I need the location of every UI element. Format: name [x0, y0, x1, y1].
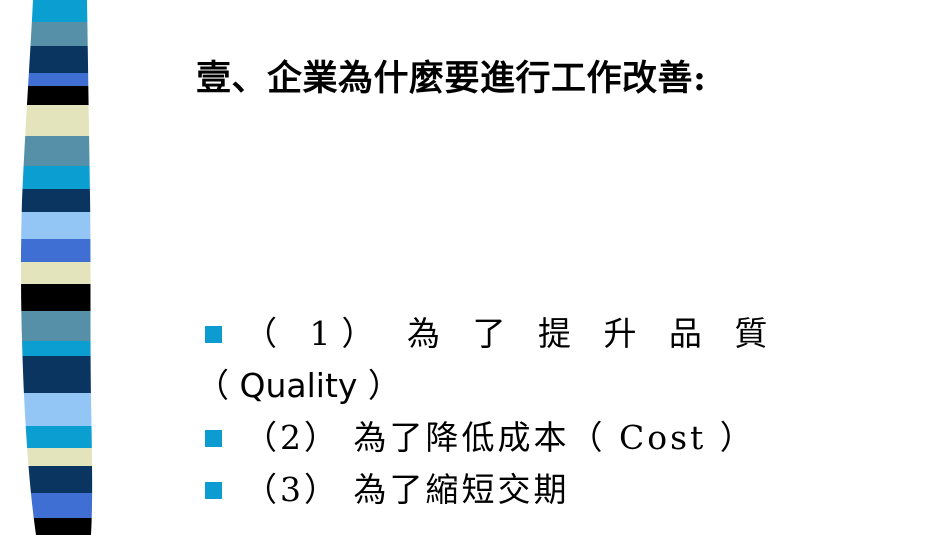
ribbon-stripe	[20, 212, 93, 239]
ribbon-stripe	[20, 22, 93, 46]
slide-title: 壹、企業為什麼要進行工作改善:	[196, 58, 707, 99]
bullet-item-2: （2） 為了降低成本（ Cost ）	[196, 412, 896, 464]
ribbon-stripe	[20, 0, 93, 22]
ribbon-stripe	[20, 166, 93, 189]
ribbon-stripe	[20, 311, 93, 341]
ribbon-stripe	[20, 393, 93, 426]
ribbon-stripe	[20, 86, 93, 105]
ribbon-stripe	[20, 341, 93, 356]
ribbon-stripe	[20, 284, 93, 311]
ribbon-stripe	[20, 466, 93, 493]
ribbon-stripe	[20, 518, 93, 535]
bullet-item-1-continuation: （ Quality ）	[196, 366, 401, 405]
ribbon-stripe	[20, 448, 93, 466]
ribbon-stripe	[20, 262, 93, 284]
ribbon-stripe	[20, 356, 93, 393]
square-bullet-icon	[205, 326, 222, 343]
ribbon-stripe	[20, 105, 93, 136]
ribbon-stripe	[20, 46, 93, 73]
ribbon-stripe	[20, 426, 93, 448]
bullet-item-2-label: （2） 為了降低成本（ Cost ）	[244, 418, 756, 457]
presentation-slide: 壹、企業為什麼要進行工作改善: （ 1） 為 了 提 升 品 質 （ Quali…	[0, 0, 950, 535]
bullet-item-3: （3） 為了縮短交期	[196, 464, 896, 516]
ribbon-stripe	[20, 189, 93, 212]
square-bullet-icon	[205, 430, 222, 447]
bullet-item-1-label: （ 1） 為 了 提 升 品 質	[244, 314, 779, 353]
ribbon-stripe	[20, 493, 93, 518]
bullet-item-1: （ 1） 為 了 提 升 品 質 （ Quality ）	[196, 308, 896, 412]
square-bullet-icon	[205, 482, 222, 499]
ribbon-stripe	[20, 73, 93, 86]
ribbon-stripes	[20, 0, 93, 535]
slide-body: （ 1） 為 了 提 升 品 質 （ Quality ） （2） 為了降低成本（…	[196, 308, 896, 516]
striped-ribbon-decoration	[20, 0, 93, 535]
bullet-item-3-label: （3） 為了縮短交期	[244, 470, 570, 509]
ribbon-stripe	[20, 239, 93, 262]
ribbon-stripe	[20, 136, 93, 166]
